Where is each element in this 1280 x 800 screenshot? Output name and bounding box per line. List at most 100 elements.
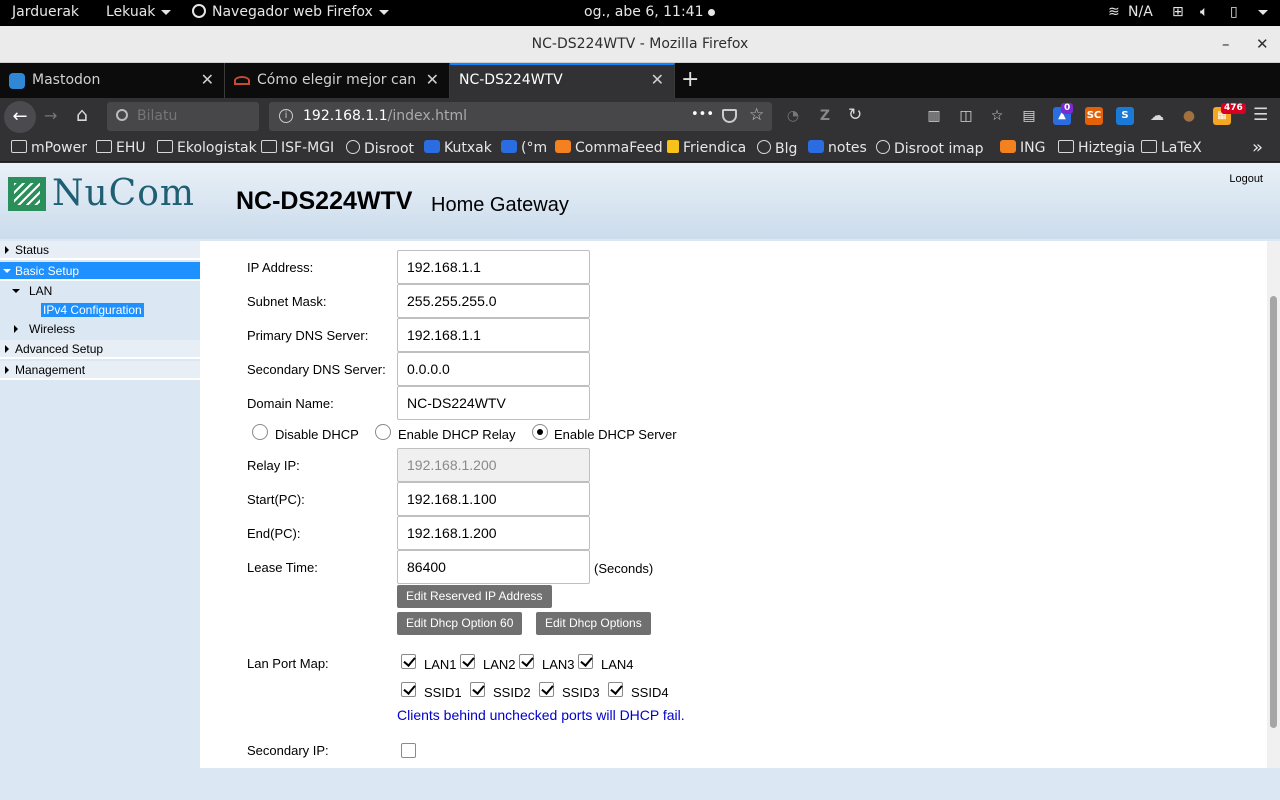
secondary-dns-input[interactable] (397, 352, 590, 386)
ssid2-checkbox[interactable] (470, 682, 485, 697)
bookmark-item[interactable]: EHU (96, 140, 146, 156)
bookmark-label: Kutxak (444, 140, 492, 156)
zotero-icon[interactable]: Z (816, 107, 834, 125)
ip-address-input[interactable] (397, 250, 590, 284)
system-menu-caret[interactable] (1252, 4, 1268, 20)
cookie-extension-icon[interactable]: ● (1180, 107, 1198, 125)
lan1-checkbox[interactable] (401, 654, 416, 669)
ssid4-checkbox[interactable] (608, 682, 623, 697)
bookmark-item[interactable]: Ekologistak (157, 140, 257, 156)
lan3-label: LAN3 (542, 657, 575, 672)
sidebar-item-label: LAN (29, 284, 53, 298)
sc-extension-icon[interactable]: SC (1085, 107, 1103, 125)
lan2-checkbox[interactable] (460, 654, 475, 669)
page-actions-button[interactable]: ••• (691, 107, 714, 122)
close-icon[interactable]: ✕ (426, 70, 439, 89)
edit-dhcp-option60-button[interactable]: Edit Dhcp Option 60 (397, 612, 523, 635)
back-button[interactable]: ← (4, 101, 36, 133)
primary-dns-input[interactable] (397, 318, 590, 352)
minimize-button[interactable]: – (1222, 35, 1230, 53)
lan3-checkbox[interactable] (519, 654, 534, 669)
bookmark-item[interactable]: Blg (757, 140, 797, 157)
bookmark-item[interactable]: mPower (11, 140, 87, 156)
sidebar-item-label: Status (15, 243, 50, 257)
chevron-right-icon (5, 345, 9, 353)
close-window-button[interactable]: ✕ (1256, 35, 1269, 53)
search-box[interactable] (107, 102, 259, 131)
friendica-icon (667, 140, 679, 153)
bookmark-item[interactable]: notes (808, 140, 867, 156)
sidebar-item-advanced-setup[interactable]: Advanced Setup (0, 340, 200, 359)
tab-mastodon[interactable]: Mastodon ✕ (0, 63, 225, 98)
app-menu-label: Navegador web Firefox (212, 4, 373, 20)
ssid1-checkbox[interactable] (401, 682, 416, 697)
disable-dhcp-radio[interactable] (252, 424, 268, 440)
router-sidebar: Status Basic Setup LAN IPv4 Configuratio… (0, 241, 200, 771)
wifi-icon[interactable]: ≋ (1108, 4, 1120, 20)
sidebar-item-management[interactable]: Management (0, 361, 200, 380)
trash-icon[interactable]: ▤ (1020, 107, 1038, 125)
search-input[interactable] (137, 108, 252, 124)
dhcp-server-radio[interactable] (532, 424, 548, 440)
app-menu[interactable]: Navegador web Firefox (192, 4, 389, 20)
bookmark-item[interactable]: (°m (501, 140, 547, 156)
open-menu-button[interactable]: ☰ (1253, 105, 1268, 125)
bookmark-item[interactable]: ISF-MGI (261, 140, 334, 156)
sidebar-icon[interactable]: ◫ (957, 107, 975, 125)
secondary-ip-checkbox[interactable] (401, 743, 416, 758)
ssid3-checkbox[interactable] (539, 682, 554, 697)
sidebar-item-wireless[interactable]: Wireless (0, 320, 200, 339)
rss-feed-icon[interactable]: ◔ (784, 107, 802, 125)
home-button[interactable]: ⌂ (76, 104, 88, 126)
mail-extension-icon[interactable]: ▦ 476 (1213, 103, 1246, 125)
close-icon[interactable]: ✕ (201, 70, 214, 89)
places-menu[interactable]: Lekuak (106, 4, 172, 20)
close-icon[interactable]: ✕ (651, 70, 664, 89)
end-pc-input[interactable] (397, 516, 590, 550)
bookmark-item[interactable]: Friendica (667, 140, 746, 156)
sidebar-item-ipv4[interactable]: IPv4 Configuration (0, 301, 200, 320)
forward-button[interactable]: → (44, 106, 57, 125)
wired-network-icon[interactable]: ⊞ (1172, 4, 1184, 20)
bookmark-item[interactable]: CommaFeed (555, 140, 663, 156)
bookmark-item[interactable]: ING (1000, 140, 1045, 156)
bookmarks-menu-icon[interactable]: ☆ (988, 107, 1006, 125)
lan4-checkbox[interactable] (578, 654, 593, 669)
reload-button[interactable]: ↻ (848, 105, 862, 125)
extension-icon[interactable]: ▲ 0 (1053, 103, 1074, 125)
sidebar-item-lan[interactable]: LAN (0, 282, 200, 301)
sidebar-item-status[interactable]: Status (0, 241, 200, 260)
edit-reserved-ip-button[interactable]: Edit Reserved IP Address (397, 585, 552, 608)
logout-link[interactable]: Logout (1229, 173, 1263, 185)
new-tab-button[interactable]: + (681, 67, 699, 92)
info-icon[interactable]: i (279, 109, 293, 123)
bookmark-item[interactable]: Disroot (346, 140, 414, 157)
library-icon[interactable]: ▥ (925, 107, 943, 125)
volume-icon[interactable]: 🔈︎ (1200, 4, 1208, 20)
sidebar-item-basic-setup[interactable]: Basic Setup (0, 262, 200, 281)
edit-dhcp-options-button[interactable]: Edit Dhcp Options (536, 612, 651, 635)
activities-button[interactable]: Jarduerak (12, 4, 79, 20)
bookmark-star-icon[interactable]: ☆ (749, 105, 764, 125)
scrollbar-thumb[interactable] (1270, 296, 1277, 728)
bookmark-item[interactable]: Hiztegia (1058, 140, 1135, 156)
s-extension-icon[interactable]: S (1116, 107, 1134, 125)
bookmarks-overflow-button[interactable]: » (1252, 137, 1263, 158)
page-scrollbar[interactable] (1267, 241, 1280, 768)
bookmark-item[interactable]: LaTeX (1141, 140, 1202, 156)
battery-icon[interactable]: ▯ (1230, 4, 1238, 20)
clock[interactable]: og., abe 6, 11:41 (584, 4, 715, 20)
dhcp-relay-radio[interactable] (375, 424, 391, 440)
url-bar[interactable]: i 192.168.1.1/index.html ••• ☆ (269, 102, 772, 131)
start-pc-input[interactable] (397, 482, 590, 516)
domain-name-input[interactable] (397, 386, 590, 420)
subnet-mask-input[interactable] (397, 284, 590, 318)
tab-channel-article[interactable]: Cómo elegir mejor canal para ✕ (225, 63, 450, 98)
lease-time-input[interactable] (397, 550, 590, 584)
cloud-extension-icon[interactable]: ☁ (1148, 107, 1166, 125)
bookmark-item[interactable]: Disroot imap (876, 140, 983, 157)
bookmark-item[interactable]: Kutxak (424, 140, 492, 156)
pocket-icon[interactable] (722, 109, 737, 123)
relay-ip-input[interactable] (397, 448, 590, 482)
tab-router[interactable]: NC-DS224WTV ✕ (450, 63, 675, 98)
